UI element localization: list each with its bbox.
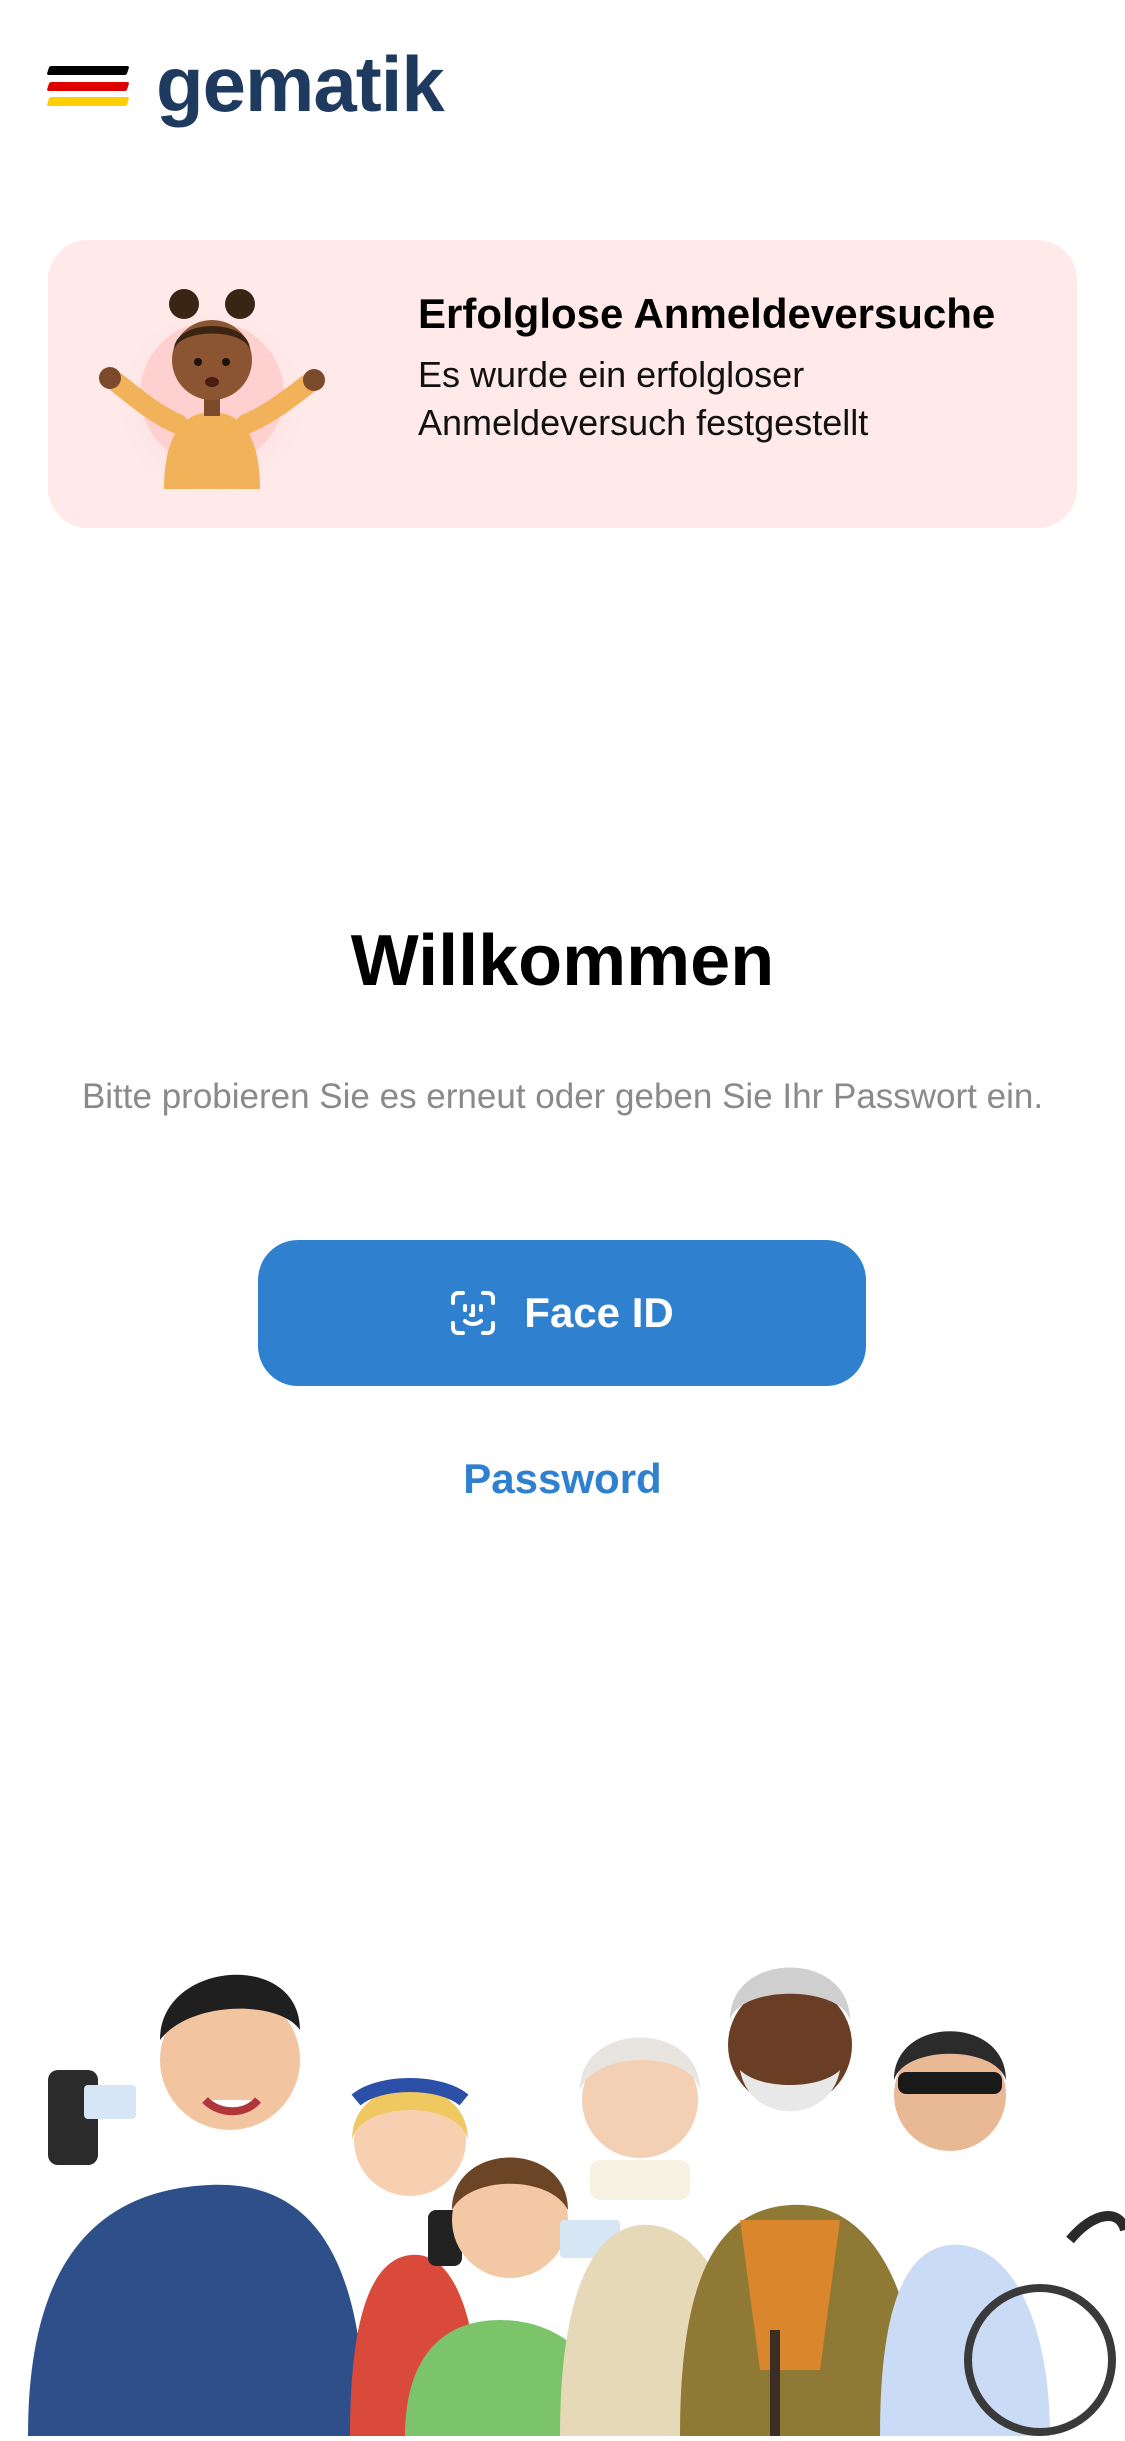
shrugging-person-illustration xyxy=(94,284,344,494)
group-of-people-illustration xyxy=(0,1940,1125,2436)
alert-title: Erfolglose Anmeldeversuche xyxy=(418,290,996,337)
face-id-label: Face ID xyxy=(524,1289,674,1336)
failed-login-alert: Erfolglose Anmeldeversuche Es wurde ein … xyxy=(48,240,1077,528)
face-id-button[interactable]: Face ID xyxy=(258,1240,866,1386)
face-id-icon xyxy=(450,1290,496,1336)
password-link[interactable]: Password xyxy=(0,1454,1125,1504)
flag-stripe-black xyxy=(46,66,130,75)
alert-body-line2: Anmeldeversuch festgestellt xyxy=(418,402,869,444)
welcome-title: Willkommen xyxy=(350,921,775,1001)
welcome-subtitle: Bitte probieren Sie es erneut oder geben… xyxy=(81,1077,1044,1116)
alert-text-block: Erfolglose Anmeldeversuche Es wurde ein … xyxy=(418,288,1058,448)
alert-body: Es wurde ein erfolgloser Anmeldeversuch … xyxy=(418,351,1058,448)
gematik-logo: gematik xyxy=(46,40,445,128)
flag-stripe-gold xyxy=(46,97,130,106)
alert-body-line1: Es wurde ein erfolgloser xyxy=(418,353,805,395)
flag-stripe-red xyxy=(46,81,130,91)
logo-text: gematik xyxy=(156,40,445,128)
person-man-wheelchair xyxy=(880,2031,1125,2436)
flag-stripes-icon xyxy=(46,66,130,106)
person-man-phone xyxy=(28,1974,365,2436)
